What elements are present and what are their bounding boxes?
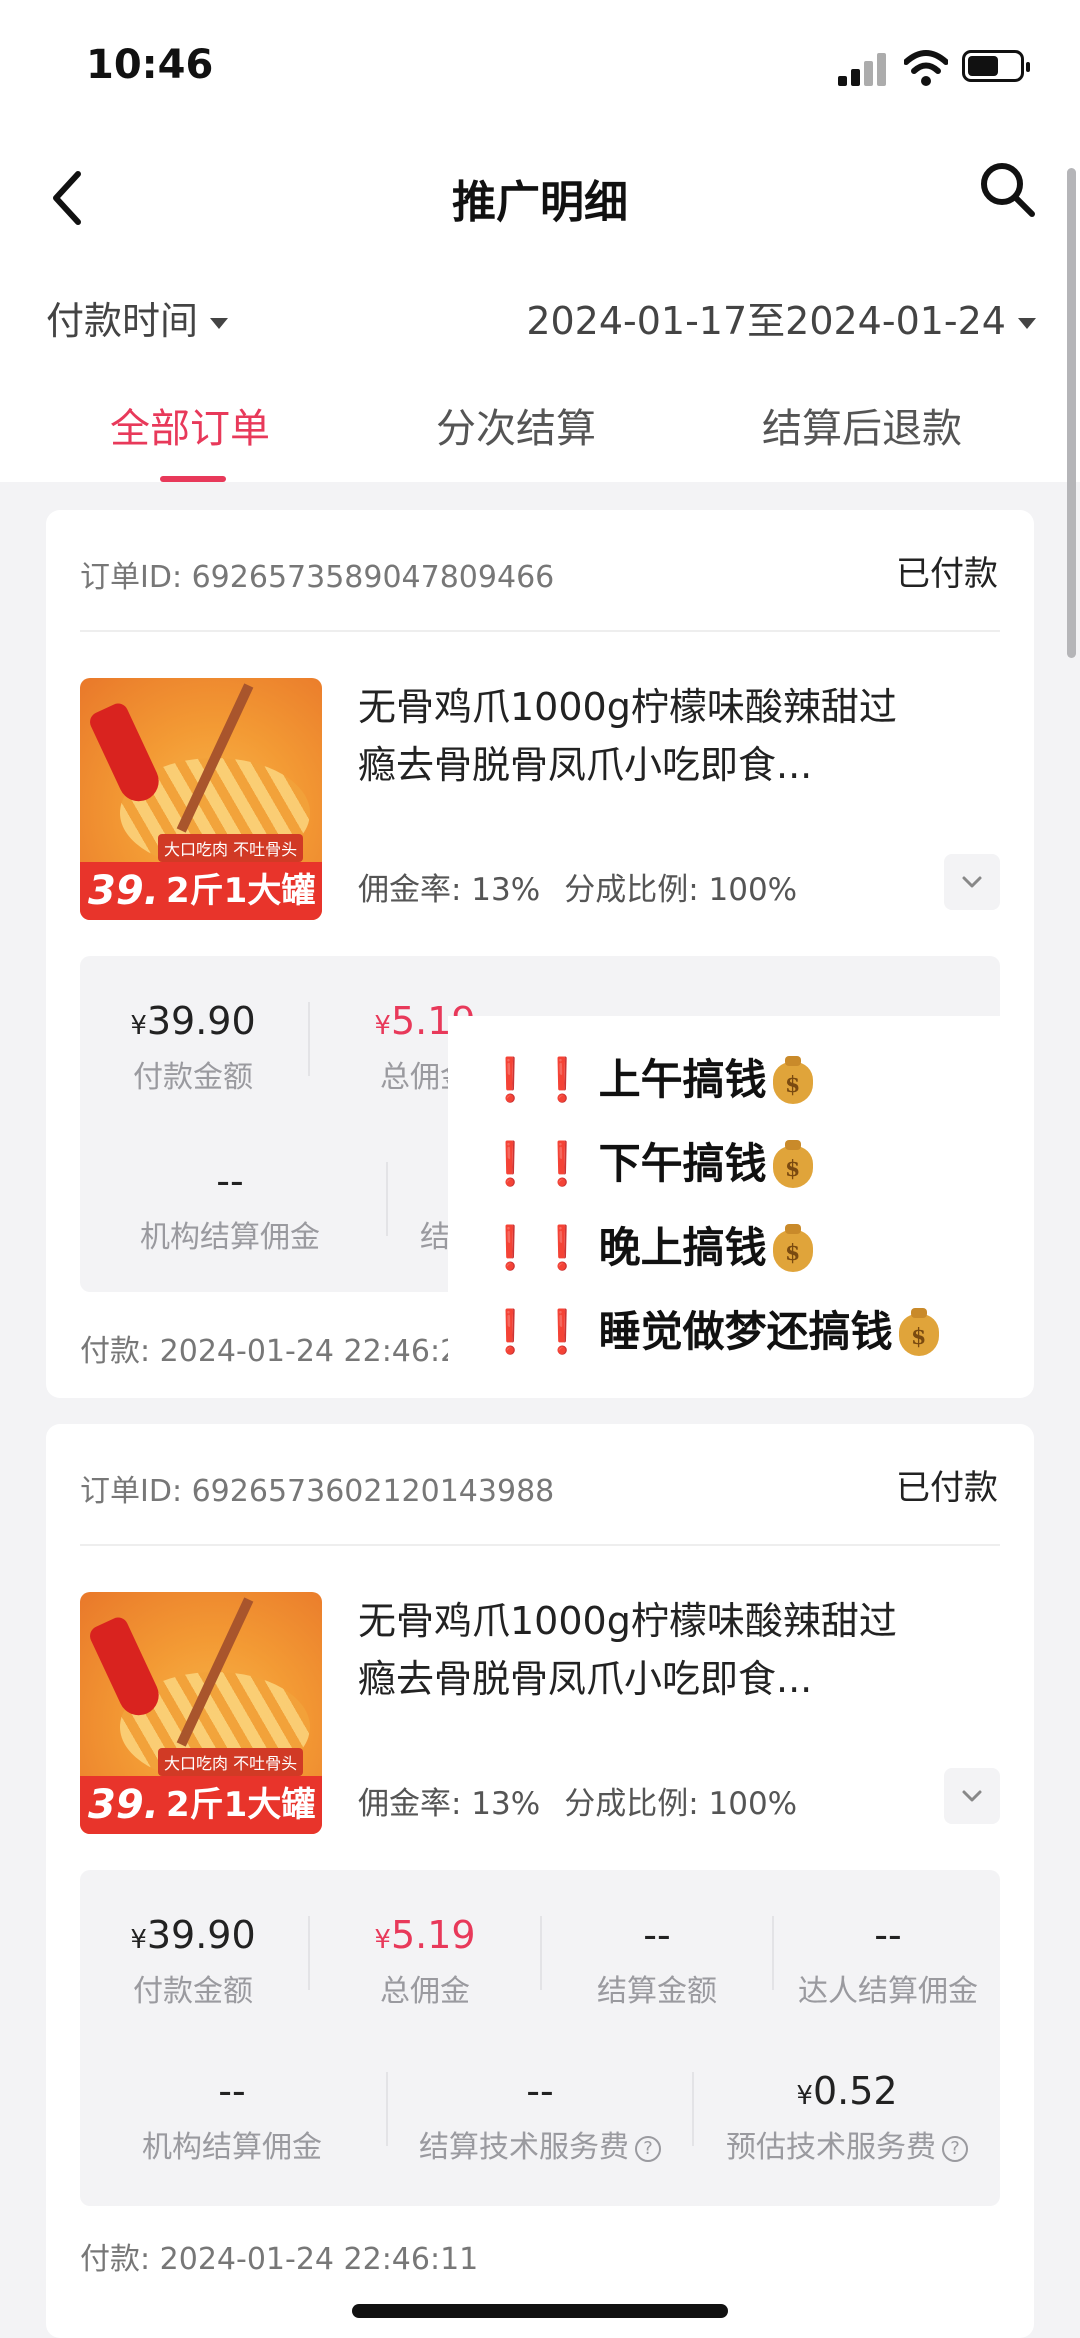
- order-id: 订单ID: 6926573589047809466: [80, 560, 555, 595]
- money-bag-icon: $: [898, 1308, 939, 1356]
- stat-settlement-amount: -- 结算金额: [597, 1913, 717, 2009]
- product-name[interactable]: 无骨鸡爪1000g柠檬味酸辣甜过瘾去骨脱骨凤爪小吃即食...: [358, 678, 918, 794]
- thumbnail-tag: 大口吃肉 不吐骨头: [158, 834, 304, 862]
- stat-total-commission: ¥5.19 总佣金: [374, 1913, 476, 2009]
- order-status: 已付款: [896, 1468, 998, 1508]
- order-id: 订单ID: 6926573602120143988: [80, 1474, 555, 1509]
- time-type-dropdown[interactable]: 付款时间: [46, 290, 229, 345]
- wifi-icon: [904, 50, 948, 86]
- chili-icon: [86, 1614, 166, 1722]
- overlay-line: ❗❗ 睡觉做梦还搞钱 $: [484, 1298, 939, 1359]
- money-bag-icon: $: [772, 1140, 813, 1188]
- tab-split-settlement[interactable]: 分次结算: [436, 396, 596, 454]
- date-range-label: 2024-01-17至2024-01-24: [526, 299, 1006, 343]
- cellular-signal-icon: [838, 52, 886, 86]
- expand-button[interactable]: [944, 854, 1000, 910]
- nav-bar: 推广明细: [0, 140, 1080, 260]
- order-tabs: 全部订单 分次结算 结算后退款: [0, 370, 1080, 482]
- order-card[interactable]: 订单ID: 6926573602120143988 已付款 大口吃肉 不吐骨头 …: [46, 1424, 1034, 2338]
- chevron-down-icon: [962, 1790, 982, 1802]
- stat-agency-commission: -- 机构结算佣金: [142, 2069, 322, 2165]
- overlay-line: ❗❗ 下午搞钱 $: [484, 1130, 813, 1191]
- help-icon[interactable]: ?: [635, 2135, 661, 2162]
- active-tab-indicator: [160, 476, 226, 482]
- divider: [80, 630, 1000, 632]
- product-thumbnail[interactable]: 大口吃肉 不吐骨头 39. 2斤1大罐: [80, 1592, 322, 1834]
- thumbnail-tag: 大口吃肉 不吐骨头: [158, 1748, 304, 1776]
- share-ratio: 分成比例: 100%: [564, 1786, 798, 1822]
- thumbnail-price: 39.: [88, 1782, 159, 1828]
- commission-rate: 佣金率: 13%: [358, 872, 541, 908]
- overlay-line: ❗❗ 晚上搞钱 $: [484, 1214, 813, 1275]
- pay-time: 付款: 2024-01-24 22:46:11: [80, 2242, 479, 2277]
- tab-refund-after-settlement[interactable]: 结算后退款: [762, 396, 962, 454]
- money-bag-icon: $: [772, 1056, 813, 1104]
- battery-icon: [962, 50, 1030, 82]
- expand-button[interactable]: [944, 1768, 1000, 1824]
- chili-icon: [86, 700, 166, 808]
- filter-bar: 付款时间 2024-01-17至2024-01-24: [0, 260, 1080, 370]
- home-indicator[interactable]: [352, 2304, 728, 2318]
- overlay-line: ❗❗ 上午搞钱 $: [484, 1046, 813, 1107]
- stat-estimated-tech-fee: ¥0.52 预估技术服务费?: [694, 2066, 1000, 2166]
- commission-rate: 佣金率: 13%: [358, 1786, 541, 1822]
- stat-agency-commission: -- 机构结算佣金: [140, 1159, 320, 1255]
- tab-all-orders[interactable]: 全部订单: [110, 396, 270, 454]
- status-time: 10:46: [86, 42, 214, 88]
- share-ratio: 分成比例: 100%: [564, 872, 798, 908]
- thumbnail-label: 2斤1大罐: [166, 871, 316, 911]
- order-stats: ¥39.90 付款金额 ¥5.19 总佣金 -- 结算金额 -- 达人结算佣金 …: [80, 1870, 1000, 2206]
- stat-creator-commission: -- 达人结算佣金: [798, 1913, 978, 2009]
- date-range-dropdown[interactable]: 2024-01-17至2024-01-24: [526, 290, 1036, 345]
- caret-down-icon: [1018, 318, 1036, 329]
- money-bag-icon: $: [772, 1224, 813, 1272]
- page-title: 推广明细: [452, 177, 628, 228]
- stat-tech-fee: -- 结算技术服务费?: [388, 2066, 692, 2166]
- status-bar: 10:46: [0, 0, 1080, 140]
- pay-time: 付款: 2024-01-24 22:46:2: [80, 1334, 460, 1369]
- thumbnail-price: 39.: [88, 868, 159, 914]
- order-status: 已付款: [896, 554, 998, 594]
- product-thumbnail[interactable]: 大口吃肉 不吐骨头 39. 2斤1大罐: [80, 678, 322, 920]
- search-icon[interactable]: [974, 158, 1044, 228]
- stat-payment-amount: ¥39.90 付款金额: [130, 999, 256, 1095]
- thumbnail-label: 2斤1大罐: [166, 1785, 316, 1825]
- chevron-down-icon: [962, 876, 982, 888]
- product-name[interactable]: 无骨鸡爪1000g柠檬味酸辣甜过瘾去骨脱骨凤爪小吃即食...: [358, 1592, 918, 1708]
- scrollbar[interactable]: [1067, 168, 1076, 658]
- divider: [80, 1544, 1000, 1546]
- stat-payment-amount: ¥39.90 付款金额: [130, 1913, 256, 2009]
- help-icon[interactable]: ?: [942, 2135, 968, 2162]
- commission-meta: 佣金率: 13% 分成比例: 100%: [358, 864, 821, 909]
- text-overlay: ❗❗ 上午搞钱 $ ❗❗ 下午搞钱 $ ❗❗ 晚上搞钱 $ ❗❗ 睡觉做梦还搞钱 $: [448, 1016, 1000, 1376]
- commission-meta: 佣金率: 13% 分成比例: 100%: [358, 1778, 821, 1823]
- caret-down-icon: [210, 318, 229, 329]
- time-type-label: 付款时间: [46, 299, 199, 343]
